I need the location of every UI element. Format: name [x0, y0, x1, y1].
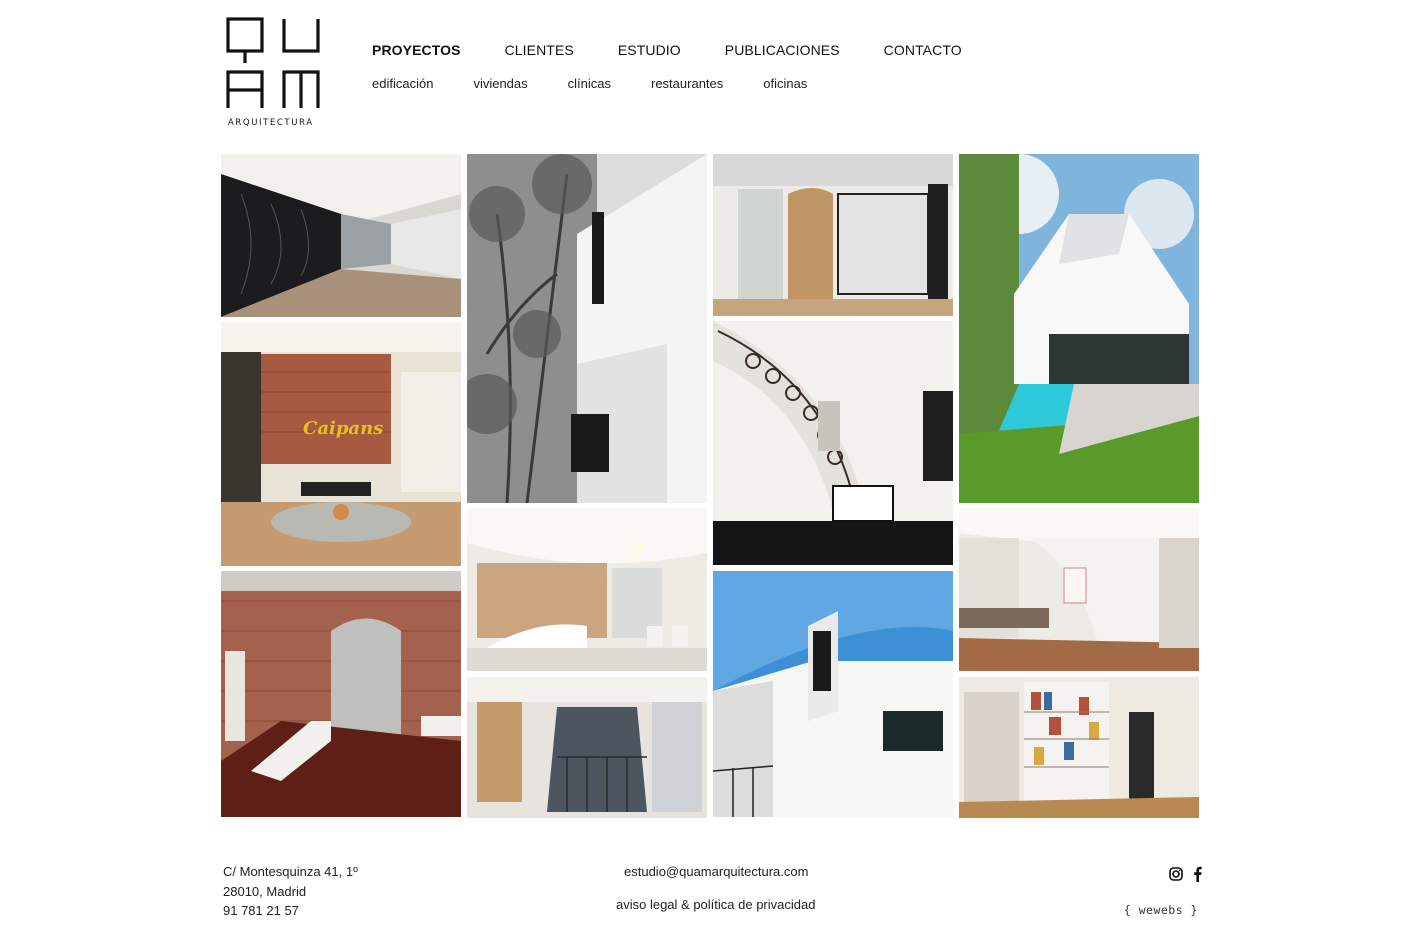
legal-link[interactable]: aviso legal & política de privacidad [616, 895, 815, 915]
logo-mark [226, 17, 320, 108]
subnav-oficinas[interactable]: oficinas [763, 76, 807, 91]
social-links [1169, 866, 1202, 887]
project-tile-library-hallway[interactable] [959, 677, 1199, 818]
credit-link[interactable]: { wewebs } [1124, 903, 1198, 917]
subnav-edificacion[interactable]: edificación [372, 76, 433, 91]
subnav-clinicas[interactable]: clínicas [568, 76, 611, 91]
project-tile-brick-bathroom[interactable] [221, 571, 461, 817]
project-tile-office-wood-column[interactable] [713, 154, 953, 316]
nav-clientes[interactable]: CLIENTES [505, 42, 574, 58]
facebook-icon[interactable] [1193, 866, 1202, 887]
nav-publicaciones[interactable]: PUBLICACIONES [725, 42, 840, 58]
logo-subtitle: ARQUITECTURA [228, 118, 314, 128]
nav-contacto[interactable]: CONTACTO [884, 42, 962, 58]
svg-text:Caipans: Caipans [303, 418, 383, 439]
project-tile-curved-dining[interactable] [959, 508, 1199, 671]
subnav-viviendas[interactable]: viviendas [473, 76, 527, 91]
nav-estudio[interactable]: ESTUDIO [618, 42, 681, 58]
project-tile-white-building-sky[interactable] [713, 571, 953, 817]
logo[interactable]: ARQUITECTURA [226, 16, 322, 128]
address-street: C/ Montesquinza 41, 1º [223, 864, 358, 879]
subnav-restaurantes[interactable]: restaurantes [651, 76, 723, 91]
project-tile-clinic-reception[interactable] [467, 508, 707, 671]
project-tile-spiral-staircase[interactable] [713, 321, 953, 565]
instagram-icon[interactable] [1169, 867, 1183, 886]
project-tile-brick-lounge[interactable]: Caipans [221, 322, 461, 566]
project-tile-office-atrium[interactable] [467, 677, 707, 818]
main-nav: PROYECTOS CLIENTES ESTUDIO PUBLICACIONES… [372, 42, 1006, 58]
phone-number[interactable]: 91 781 21 57 [223, 901, 358, 921]
project-tile-office-corridor[interactable] [221, 154, 461, 317]
email-link[interactable]: estudio@quamarquitectura.com [624, 862, 808, 882]
address-block: C/ Montesquinza 41, 1º 28010, Madrid 91 … [223, 862, 358, 921]
nav-proyectos[interactable]: PROYECTOS [372, 42, 461, 58]
project-tile-villa-pool[interactable] [959, 154, 1199, 503]
address-city: 28010, Madrid [223, 883, 307, 899]
project-tile-white-house-pines[interactable] [467, 154, 707, 503]
sub-nav: edificación viviendas clínicas restauran… [372, 76, 847, 91]
